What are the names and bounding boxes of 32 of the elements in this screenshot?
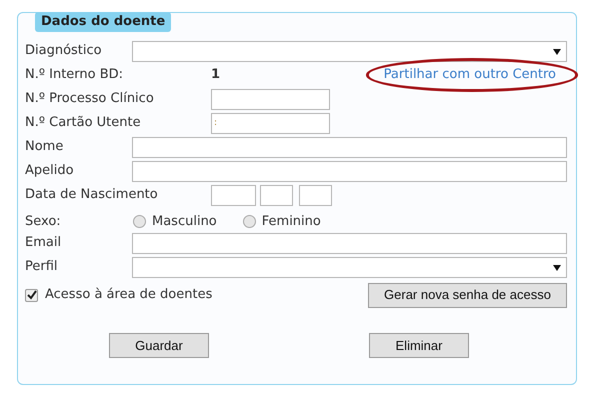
action-button[interactable]: Guardar	[109, 333, 209, 358]
radio-button[interactable]	[133, 214, 146, 228]
action-button[interactable]: Eliminar	[369, 333, 469, 358]
field-label: Sexo:	[25, 212, 62, 230]
text-input[interactable]	[132, 232, 567, 254]
field-label: N.º Interno BD:	[25, 66, 124, 84]
text-input[interactable]	[132, 160, 567, 182]
field-label: N.º Processo Clínico	[25, 90, 155, 108]
checkbox[interactable]	[25, 288, 38, 302]
month-input[interactable]	[260, 184, 293, 206]
field-label: Perfil	[25, 258, 59, 276]
radio-button[interactable]	[242, 214, 256, 228]
generate-password-button[interactable]: Gerar nova senha de acesso	[368, 282, 567, 308]
share-link[interactable]: Partilhar com outro Centro	[384, 67, 556, 82]
field-label: Apelido	[25, 162, 75, 180]
field-label: N.º Cartão Utente	[25, 114, 142, 132]
radio-label: Masculino	[152, 212, 217, 230]
text-input[interactable]	[132, 136, 567, 158]
field-label: Email	[25, 234, 62, 252]
field-label: Diagnóstico	[25, 42, 103, 60]
text-input[interactable]	[211, 88, 330, 110]
id-value: 1	[211, 66, 222, 84]
dropdown[interactable]	[132, 40, 567, 62]
checkbox-label: Acesso à área de doentes	[45, 286, 212, 304]
dropdown-arrow-icon	[553, 264, 561, 270]
day-input[interactable]	[211, 184, 256, 206]
field-label: Data de Nascimento	[25, 186, 159, 204]
dropdown-arrow-icon	[553, 48, 561, 54]
panel-title: Dados do doente	[35, 12, 172, 32]
year-input[interactable]	[299, 184, 332, 206]
field-label: Nome	[25, 138, 64, 156]
radio-label: Feminino	[262, 212, 321, 230]
